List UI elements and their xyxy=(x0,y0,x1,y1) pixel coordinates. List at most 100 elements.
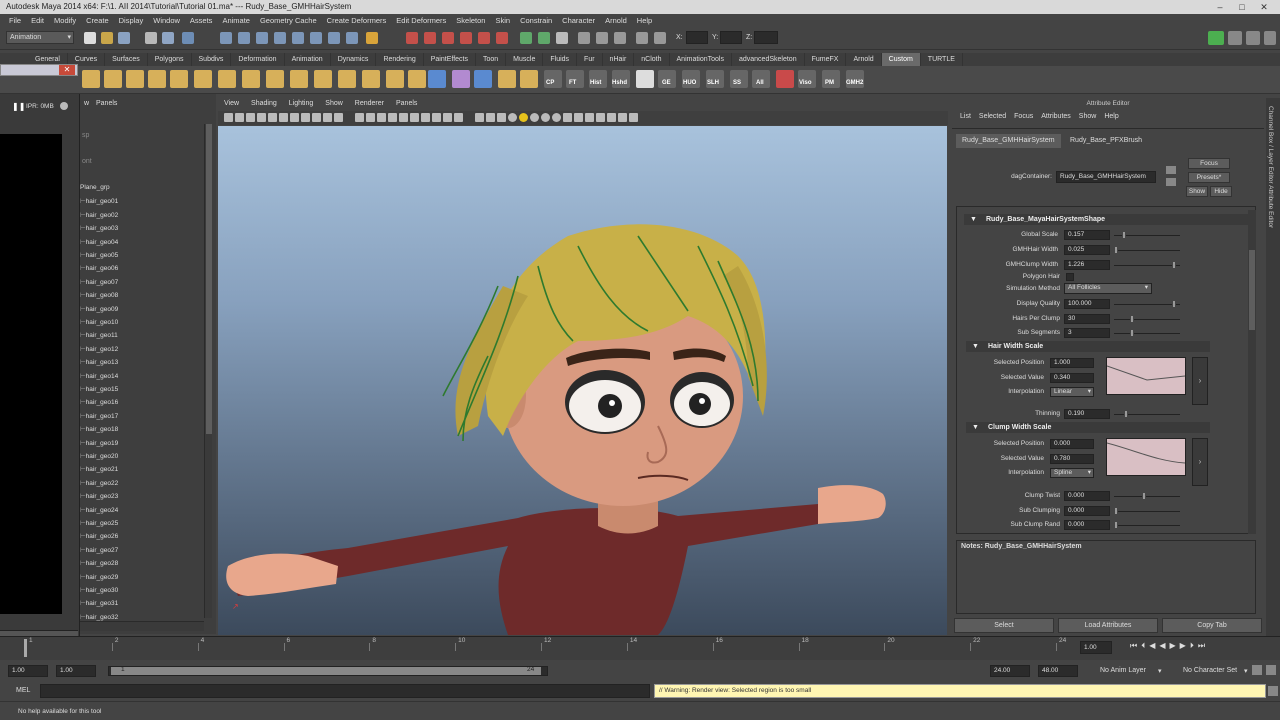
anim-layer-label[interactable]: No Anim Layer xyxy=(1100,667,1146,674)
shelf-kbd-icon[interactable] xyxy=(636,70,654,88)
attribute-scrollbar[interactable] xyxy=(1248,210,1256,534)
clump-width-ramp[interactable] xyxy=(1106,438,1186,476)
viewport-tool-icon-8[interactable] xyxy=(301,113,310,122)
toggle-attribute-editor-icon[interactable] xyxy=(1246,31,1260,45)
shelf-tool-icon-11[interactable] xyxy=(314,70,332,88)
close-icon[interactable]: ✕ xyxy=(59,65,75,75)
sub-clumping-field[interactable]: 0.000 xyxy=(1064,506,1110,516)
mask-icon-1[interactable] xyxy=(220,32,232,44)
viewport-3d[interactable]: ↗ xyxy=(218,126,947,635)
select-object-icon[interactable] xyxy=(162,32,174,44)
viewport-tool-icon-18[interactable] xyxy=(421,113,430,122)
menu-create[interactable]: Create xyxy=(81,14,114,28)
pause-icon[interactable]: ❚❚ xyxy=(12,102,25,111)
gmh-clump-width-field[interactable]: 1.226 xyxy=(1064,260,1110,270)
range-bar[interactable]: 1 24 xyxy=(108,666,548,676)
mask-icon-6[interactable] xyxy=(310,32,322,44)
outliner-item[interactable]: ⊢hair_geo23 xyxy=(80,492,118,500)
hairs-per-clump-slider[interactable] xyxy=(1114,319,1180,320)
show-button[interactable]: Show xyxy=(1186,186,1208,197)
shelf-tool-icon-20[interactable] xyxy=(520,70,538,88)
preferences-icon[interactable] xyxy=(1266,665,1276,675)
viewport-tool-icon-24[interactable] xyxy=(497,113,506,122)
hair-width-ramp[interactable] xyxy=(1106,357,1186,395)
mask-icon-5[interactable] xyxy=(292,32,304,44)
shelf-tool-icon-16[interactable] xyxy=(428,70,446,88)
gmh-hair-width-slider[interactable] xyxy=(1114,250,1180,251)
outliner-item[interactable]: ⊢hair_geo18 xyxy=(80,425,118,433)
viewport-menu-view[interactable]: View xyxy=(218,98,245,110)
shelf-tab-custom[interactable]: Custom xyxy=(881,53,921,66)
viewport-tool-icon-7[interactable] xyxy=(290,113,299,122)
load-attributes-button[interactable]: Load Attributes xyxy=(1058,618,1158,633)
shelf-tool-icon-17[interactable] xyxy=(452,70,470,88)
section-hair-width-scale[interactable]: ▼ Hair Width Scale xyxy=(966,341,1210,352)
viewport-tool-icon-15[interactable] xyxy=(388,113,397,122)
shelf-tab-deformation[interactable]: Deformation xyxy=(231,53,285,66)
shelf-tab-arnold[interactable]: Arnold xyxy=(846,53,882,66)
floating-window-titlebar[interactable]: ✕ xyxy=(0,64,78,76)
hws-interp-dropdown[interactable]: Linear ▾ xyxy=(1050,387,1094,397)
copy-tab-button[interactable]: Copy Tab xyxy=(1162,618,1262,633)
viewport-tool-icon-3[interactable] xyxy=(246,113,255,122)
playback-end-field[interactable]: 24.00 xyxy=(990,665,1030,677)
shelf-tool-icon-7[interactable] xyxy=(218,70,236,88)
ae-menu-selected[interactable]: Selected xyxy=(975,110,1010,124)
viewport-tool-icon-10[interactable] xyxy=(323,113,332,122)
shelf-tool-icon-9[interactable] xyxy=(266,70,284,88)
clump-twist-field[interactable]: 0.000 xyxy=(1064,491,1110,501)
outliner-item[interactable]: ⊢hair_geo07 xyxy=(80,278,118,286)
viewport-tool-icon-23[interactable] xyxy=(486,113,495,122)
outliner-item[interactable]: ⊢hair_geo08 xyxy=(80,291,118,299)
shelf-tool-icon-15[interactable] xyxy=(408,70,426,88)
gmh-hair-width-handle[interactable] xyxy=(1114,246,1118,254)
help-mask-icon[interactable] xyxy=(346,32,358,44)
render-frame-icon[interactable] xyxy=(578,32,590,44)
transform-mode-icon[interactable] xyxy=(654,32,666,44)
shelf-tab-fumefx[interactable]: FumeFX xyxy=(805,53,847,66)
end-time-field[interactable]: 48.00 xyxy=(1038,665,1078,677)
viewport-tool-icon-32[interactable] xyxy=(585,113,594,122)
history-icon[interactable] xyxy=(556,32,568,44)
range-bar-fill[interactable] xyxy=(111,667,541,675)
menu-animate[interactable]: Animate xyxy=(217,14,255,28)
ramp-expand-icon[interactable]: › xyxy=(1192,357,1208,405)
ae-menu-show[interactable]: Show xyxy=(1075,110,1101,124)
ae-menu-attributes[interactable]: Attributes xyxy=(1037,110,1075,124)
menu-geometry-cache[interactable]: Geometry Cache xyxy=(255,14,322,28)
shelf-tab-animationtools[interactable]: AnimationTools xyxy=(670,53,732,66)
viewport-tool-icon-31[interactable] xyxy=(574,113,583,122)
outliner-item[interactable]: ⊢hair_geo30 xyxy=(80,586,118,594)
shelf-tab-surfaces[interactable]: Surfaces xyxy=(105,53,148,66)
viewport-tool-icon-27[interactable] xyxy=(530,113,539,122)
shelf-tab-toon[interactable]: Toon xyxy=(476,53,507,66)
outliner-item[interactable]: ⊢hair_geo13 xyxy=(80,358,118,366)
viewport-tool-icon-19[interactable] xyxy=(432,113,441,122)
step-back-key-icon[interactable]: ⏴ xyxy=(1141,641,1145,655)
viewport-tool-icon-5[interactable] xyxy=(268,113,277,122)
viewport-tool-icon-26[interactable] xyxy=(519,113,528,122)
viewport-tool-icon-9[interactable] xyxy=(312,113,321,122)
attribute-scroll-thumb[interactable] xyxy=(1249,250,1255,330)
viewport-tool-icon-29[interactable] xyxy=(552,113,561,122)
outliner-item[interactable]: ⊢hair_geo01 xyxy=(80,197,118,205)
menu-character[interactable]: Character xyxy=(557,14,600,28)
viewport-menu-show[interactable]: Show xyxy=(319,98,349,110)
sub-clumping-slider[interactable] xyxy=(1114,511,1180,512)
gmh-clump-width-slider[interactable] xyxy=(1114,265,1180,266)
viewport-tool-icon-21[interactable] xyxy=(454,113,463,122)
sub-clump-rand-field[interactable]: 0.000 xyxy=(1064,520,1110,530)
ae-menu-list[interactable]: List xyxy=(956,110,975,124)
hairs-per-clump-field[interactable]: 30 xyxy=(1064,314,1110,324)
snap-grid-icon[interactable] xyxy=(406,32,418,44)
script-editor-icon[interactable] xyxy=(1268,686,1278,696)
sub-segments-field[interactable]: 3 xyxy=(1064,328,1110,338)
viewport-menu-panels[interactable]: Panels xyxy=(390,98,423,110)
save-scene-icon[interactable] xyxy=(118,32,130,44)
cws-position-field[interactable]: 0.000 xyxy=(1050,439,1094,449)
shelf-paint-icon[interactable] xyxy=(776,70,794,88)
display-quality-slider[interactable] xyxy=(1114,304,1180,305)
outliner-item[interactable]: ⊢hair_geo20 xyxy=(80,452,118,460)
snap-curve-icon[interactable] xyxy=(424,32,436,44)
viewport-tool-icon-16[interactable] xyxy=(399,113,408,122)
